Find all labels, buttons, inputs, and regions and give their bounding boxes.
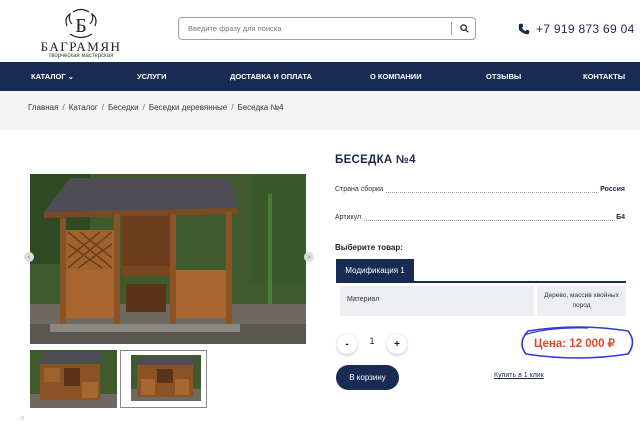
gazebo-photo: [30, 174, 306, 344]
gallery-prev-arrow[interactable]: ‹: [24, 252, 34, 262]
dotted-leader: [335, 220, 625, 221]
quantity-increase-button[interactable]: +: [387, 334, 407, 354]
choose-product-label: Выберите товар:: [335, 243, 403, 252]
nav-item-reviews[interactable]: Отзывы: [486, 62, 521, 91]
search-icon: [459, 24, 469, 33]
brand-logo[interactable]: Б БАГРАМЯН творческая мастерская: [28, 8, 134, 59]
quantity-decrease-button[interactable]: -: [337, 334, 357, 354]
breadcrumb-bar: Главная / Каталог / Беседки / Беседки деревянн…: [0, 91, 640, 130]
search-divider: [451, 22, 452, 35]
search-box: [178, 17, 476, 40]
property-value: Б4: [613, 214, 625, 221]
breadcrumb-separator: /: [231, 103, 234, 112]
quantity-value[interactable]: 1: [362, 336, 382, 346]
logo-emblem: Б: [65, 8, 97, 39]
main-navigation: Каталог ⌄ Услуги Доставка и оплата О ком…: [0, 62, 640, 91]
attribute-value: Дерево, массив хвойных пород: [537, 286, 626, 316]
add-to-cart-button[interactable]: В корзину: [336, 365, 399, 390]
breadcrumb-current: Беседка №4: [237, 103, 284, 112]
page-bottom-fragment: ○: [20, 415, 25, 422]
product-title: БЕСЕДКА №4: [335, 154, 416, 166]
thumbnail-image-1: [30, 350, 117, 408]
gallery-thumbnail[interactable]: [30, 350, 117, 408]
breadcrumb: Главная / Каталог / Беседки / Беседки деревянн…: [28, 103, 284, 112]
phone-contact[interactable]: +7 919 873 69 04: [518, 22, 635, 36]
search-input[interactable]: [179, 18, 449, 39]
brand-tagline: творческая мастерская: [48, 53, 114, 59]
nav-item-catalog[interactable]: Каталог ⌄: [31, 62, 74, 91]
search-button[interactable]: [453, 18, 475, 39]
nav-item-services[interactable]: Услуги: [137, 62, 166, 91]
breadcrumb-catalog[interactable]: Каталог: [69, 103, 98, 112]
tab-underline: [336, 281, 626, 283]
product-main-image[interactable]: [30, 174, 306, 344]
nav-item-delivery[interactable]: Доставка и оплата: [230, 62, 312, 91]
breadcrumb-home[interactable]: Главная: [28, 103, 58, 112]
breadcrumb-wooden-gazebos[interactable]: Беседки деревянные: [149, 103, 227, 112]
buy-one-click-link[interactable]: Купить в 1 клик: [494, 372, 544, 379]
breadcrumb-separator: /: [101, 103, 105, 112]
attribute-row: Материал Дерево, массив хвойных пород: [340, 286, 626, 316]
gallery-thumbnail-active[interactable]: [120, 350, 207, 408]
property-row-country: Страна сборки Россия: [335, 186, 625, 198]
nav-item-contacts[interactable]: Контакты: [583, 62, 625, 91]
breadcrumb-separator: /: [62, 103, 65, 112]
phone-number: +7 919 873 69 04: [536, 22, 635, 36]
product-gallery: ‹ ›: [20, 166, 316, 352]
price-block: Цена: 12 000 ₽: [518, 325, 636, 360]
property-label: Страна сборки: [335, 186, 387, 193]
site-header: Б БАГРАМЯН творческая мастерская +7 919 …: [0, 0, 640, 62]
property-value: Россия: [597, 186, 625, 193]
product-price: Цена: 12 000 ₽: [534, 338, 615, 350]
gallery-next-arrow[interactable]: ›: [304, 252, 314, 262]
thumbnail-image-2: [121, 351, 206, 407]
phone-icon: [518, 23, 530, 35]
logo-letter: Б: [75, 15, 86, 37]
breadcrumb-gazebos[interactable]: Беседки: [108, 103, 139, 112]
property-row-sku: Артикул Б4: [335, 214, 625, 226]
attribute-name: Материал: [340, 286, 534, 316]
tab-modification-1[interactable]: Модификация 1: [336, 259, 414, 282]
nav-item-about[interactable]: О компании: [370, 62, 422, 91]
property-label: Артикул: [335, 214, 365, 221]
breadcrumb-separator: /: [142, 103, 145, 112]
